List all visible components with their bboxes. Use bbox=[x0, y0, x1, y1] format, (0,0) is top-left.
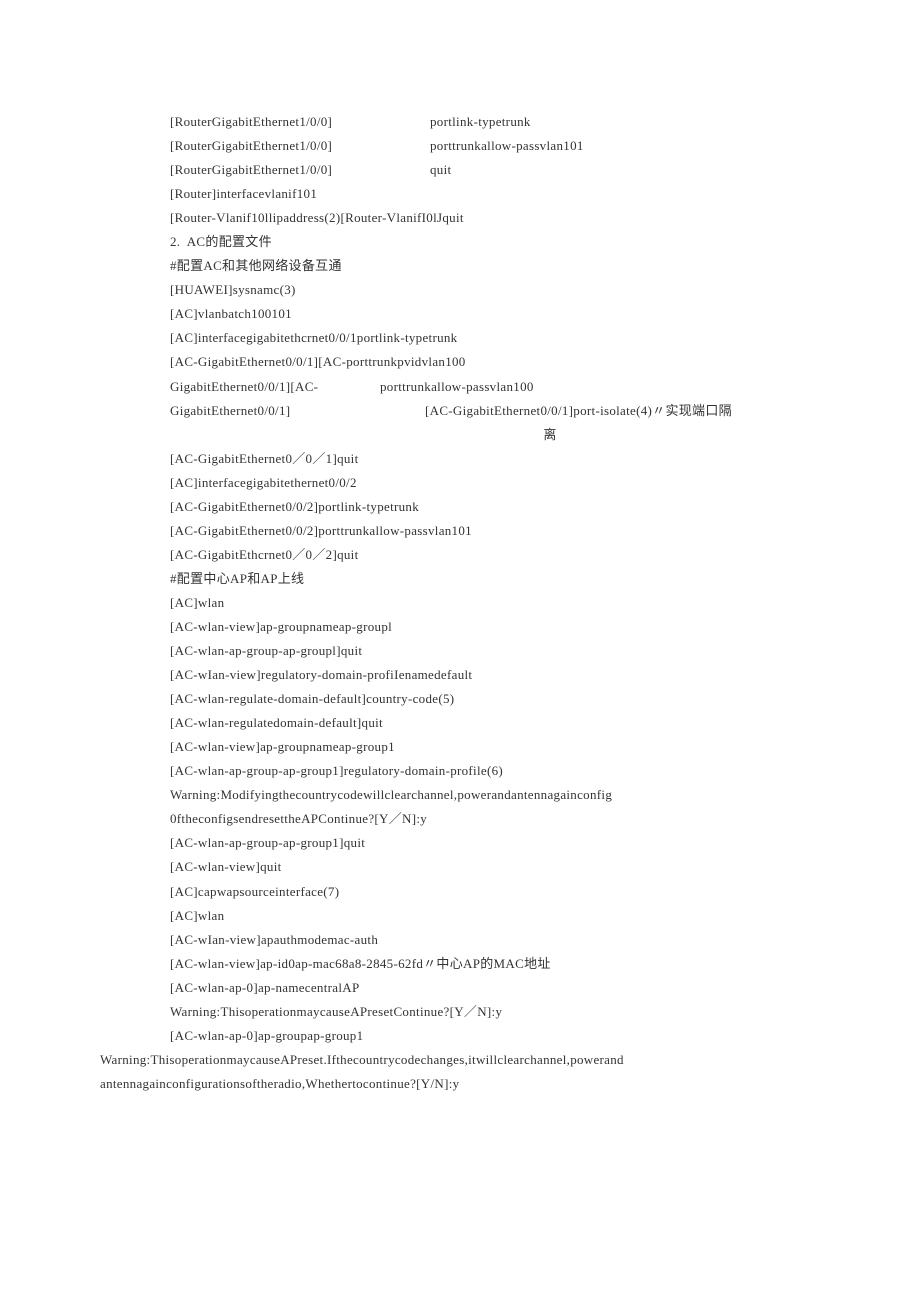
section-heading: 2. AC的配置文件 bbox=[170, 230, 830, 254]
section-heading: #配置中心AP和AP上线 bbox=[170, 567, 830, 591]
config-line: [RouterGigabitEthernet1/0/0]portlink-typ… bbox=[170, 110, 830, 134]
config-line: Warning:Modifyingthecountrycodewillclear… bbox=[170, 783, 830, 807]
config-line: Warning:ThisoperationmaycauseAPreset.Ift… bbox=[100, 1048, 830, 1096]
cmd-prompt: [RouterGigabitEthernet1/0/0] bbox=[170, 134, 430, 158]
cmd-prompt: GigabitEthernet0/0/1] bbox=[170, 399, 425, 423]
config-line: 离 bbox=[270, 423, 830, 447]
config-line: [AC-wIan-view]regulatory-domain-profiIen… bbox=[170, 663, 830, 687]
config-line: Warning:ThisoperationmaycauseAPresetCont… bbox=[170, 1000, 830, 1024]
config-line: [RouterGigabitEthernet1/0/0]porttrunkall… bbox=[170, 134, 830, 158]
config-line: [AC-wlan-view]ap-groupnameap-group1 bbox=[170, 735, 830, 759]
config-line: [Router]interfacevlanif101 bbox=[170, 182, 830, 206]
cmd-text: porttrunkallow-passvlan100 bbox=[380, 379, 534, 394]
config-line: [AC-GigabitEthernet0/0/1][AC-porttrunkpv… bbox=[170, 350, 830, 374]
cmd-prompt: [RouterGigabitEthernet1/0/0] bbox=[170, 158, 430, 182]
config-line: 0ftheconfigsendresettheAPContinue?[Y／N]:… bbox=[170, 807, 830, 831]
config-line: [AC-GigabitEthernet0/0/2]porttrunkallow-… bbox=[170, 519, 830, 543]
section-heading: #配置AC和其他网络设备互通 bbox=[170, 254, 830, 278]
config-line: [AC-GigabitEthcrnet0／0／2]quit bbox=[170, 543, 830, 567]
cmd-prompt: GigabitEthernet0/0/1][AC- bbox=[170, 375, 380, 399]
config-line: [HUAWEI]sysnamc(3) bbox=[170, 278, 830, 302]
config-line: [AC]wlan bbox=[170, 904, 830, 928]
cmd-prompt: [RouterGigabitEthernet1/0/0] bbox=[170, 110, 430, 134]
config-line: [AC-wlan-ap-group-ap-groupl]quit bbox=[170, 639, 830, 663]
config-line: [Router-Vlanif10llipaddress(2)[Router-Vl… bbox=[170, 206, 830, 230]
config-line: [AC-wlan-regulatedomain-default]quit bbox=[170, 711, 830, 735]
cmd-text: [AC-GigabitEthernet0/0/1]port-isolate(4)… bbox=[425, 403, 732, 418]
config-line: [AC-wlan-ap-0]ap-namecentralAP bbox=[170, 976, 830, 1000]
config-line: [AC]vlanbatch100101 bbox=[170, 302, 830, 326]
cmd-text: portlink-typetrunk bbox=[430, 110, 531, 134]
config-line: [AC-wlan-regulate-domain-default]country… bbox=[170, 687, 830, 711]
cmd-text: quit bbox=[430, 158, 451, 182]
config-line: [AC]capwapsourceinterface(7) bbox=[170, 880, 830, 904]
config-line: [AC-wlan-ap-group-ap-group1]regulatory-d… bbox=[170, 759, 830, 783]
config-line: GigabitEthernet0/0/1][AC-porttrunkallow-… bbox=[170, 375, 830, 399]
config-line: [AC-GigabitEthernet0/0/2]portlink-typetr… bbox=[170, 495, 830, 519]
config-line: [AC]interfacegigabitethernet0/0/2 bbox=[170, 471, 830, 495]
cmd-text: porttrunkallow-passvlan101 bbox=[430, 134, 584, 158]
config-line: [AC-wlan-ap-0]ap-groupap-group1 bbox=[170, 1024, 830, 1048]
config-line: [AC-wlan-view]ap-groupnameap-groupl bbox=[170, 615, 830, 639]
config-line: [AC]interfacegigabitethcrnet0/0/1portlin… bbox=[170, 326, 830, 350]
config-line: [AC]wlan bbox=[170, 591, 830, 615]
config-line: [RouterGigabitEthernet1/0/0]quit bbox=[170, 158, 830, 182]
config-line: GigabitEthernet0/0/1][AC-GigabitEthernet… bbox=[170, 399, 830, 423]
config-line: [AC-wlan-ap-group-ap-group1]quit bbox=[170, 831, 830, 855]
config-line: [AC-wlan-view]quit bbox=[170, 855, 830, 879]
config-line: [AC-wlan-view]ap-id0ap-mac68a8-2845-62fd… bbox=[170, 952, 830, 976]
config-line: [AC-wIan-view]apauthmodemac-auth bbox=[170, 928, 830, 952]
config-line: [AC-GigabitEthernet0／0／1]quit bbox=[170, 447, 830, 471]
